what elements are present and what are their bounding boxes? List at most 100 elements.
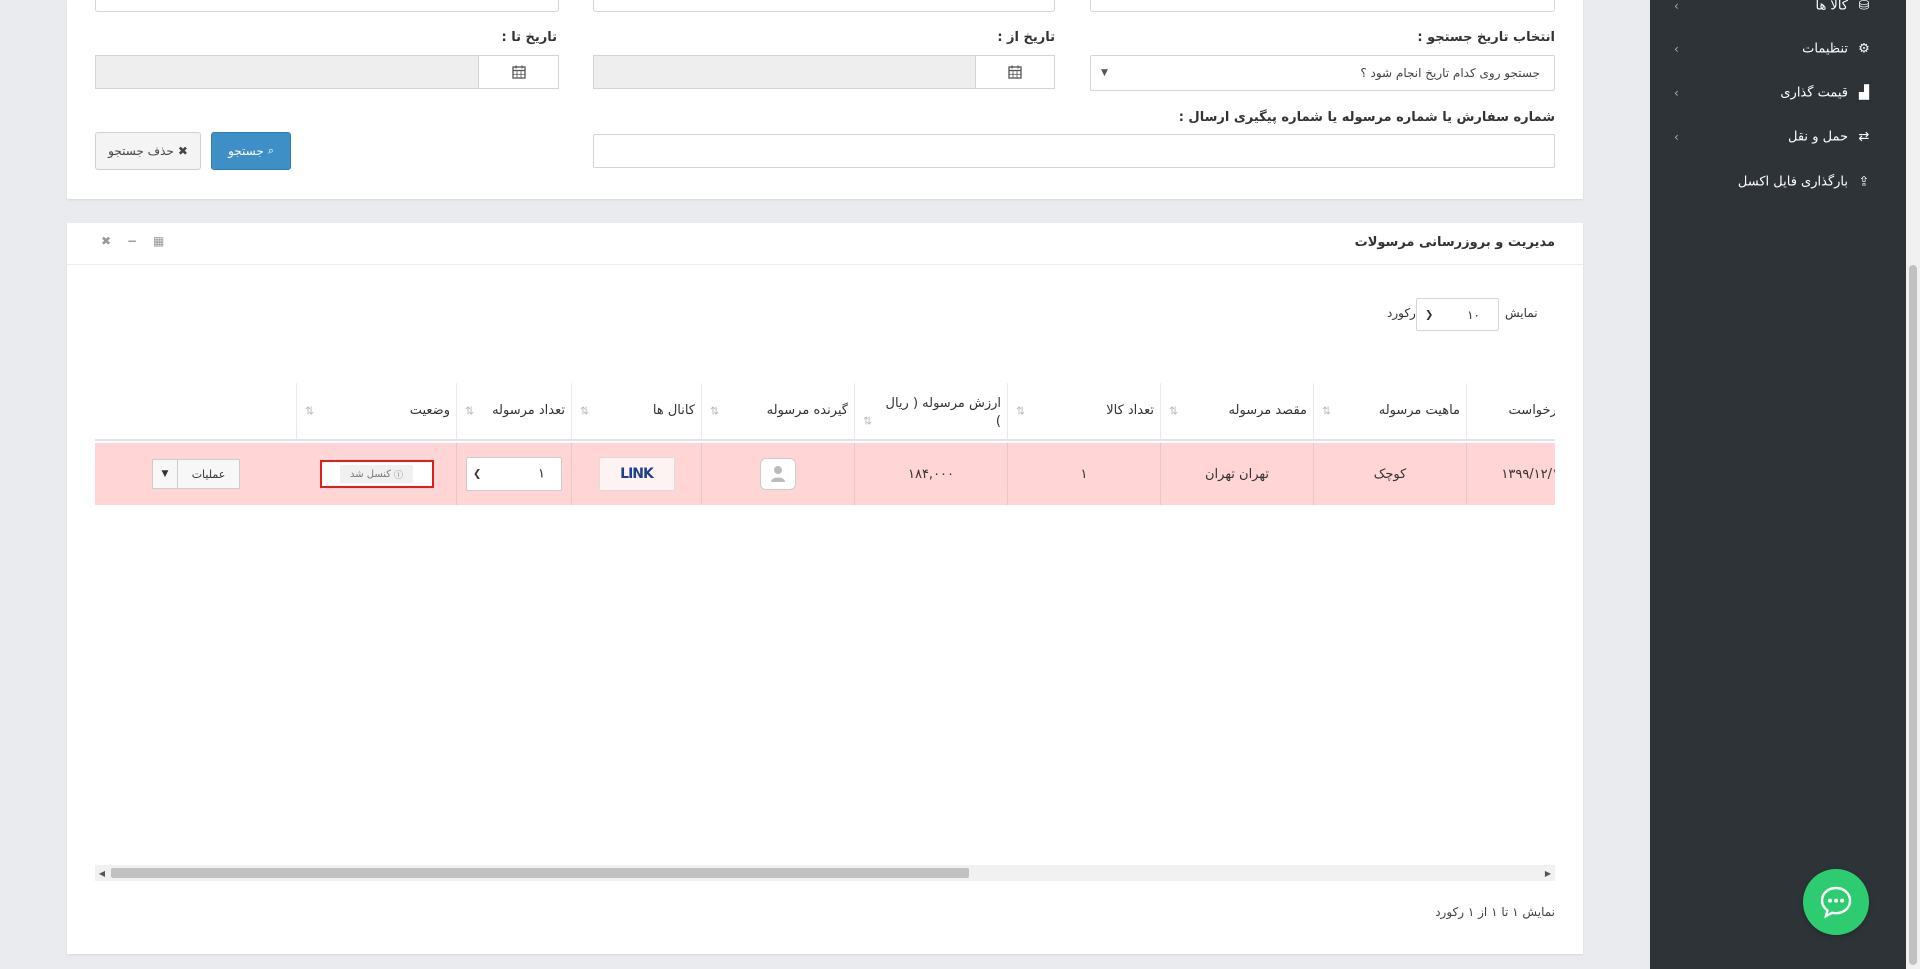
column-header-date[interactable]: ت درخواست — [1467, 383, 1555, 441]
sidebar-item-label: بارگذاری فایل اکسل — [1737, 174, 1848, 190]
sort-icon: ⇅ — [1169, 404, 1179, 418]
column-header-status[interactable]: وضعیت ⇅ — [297, 383, 457, 441]
column-header-item-count[interactable]: تعداد کالا ⇅ — [1008, 383, 1161, 441]
clear-search-button[interactable]: ✖ حذف جستجو — [95, 132, 201, 170]
close-icon[interactable]: ✖ — [101, 234, 111, 248]
scrollbar-thumb[interactable] — [111, 868, 969, 878]
date-field-select-value: جستجو روی کدام تاریخ انجام شود ؟ — [1360, 66, 1540, 80]
sort-icon: ⇅ — [305, 404, 315, 418]
sort-icon: ⇅ — [465, 404, 475, 418]
parcel-count-select[interactable]: ۱ ❯ — [466, 457, 562, 491]
chevron-left-icon: ‹ — [1674, 42, 1679, 56]
cell-destination: تهران تهران — [1161, 443, 1314, 505]
upload-icon: ⇪ — [1858, 174, 1870, 190]
close-icon: ✖ — [177, 144, 188, 158]
divider — [67, 264, 1583, 265]
column-header-operations — [95, 383, 297, 441]
sidebar: ⛁ کالا ها ‹ ⚙ تنظیمات ‹ ▟ قیمت گذاری ‹ ⇄… — [1650, 0, 1906, 969]
cell-item-count: ۱ — [1008, 443, 1161, 505]
table-info: نمایش ۱ تا ۱ از ۱ رکورد — [1435, 905, 1555, 919]
caret-down-icon[interactable]: ▼ — [152, 459, 178, 489]
page-length-select[interactable]: ۱۰ ❯ — [1416, 298, 1499, 331]
previous-field[interactable] — [1090, 0, 1555, 12]
info-icon: ⓘ — [394, 470, 404, 481]
tracking-label: شماره سفارش یا شماره مرسوله یا شماره پیگ… — [1178, 110, 1555, 125]
page-length-suffix: رکورد — [1387, 306, 1416, 320]
sort-icon: ⇅ — [710, 404, 720, 418]
cell-operations: ▼ عملیات — [95, 443, 297, 505]
cell-value: ۱۸۴,۰۰۰ — [855, 443, 1008, 505]
cell-recipient — [702, 443, 855, 505]
page-scrollbar-thumb[interactable] — [1909, 265, 1917, 965]
shipments-panel: مدیریت و بروزرسانی مرسولات ▦ − ✖ نمایش ۱… — [67, 223, 1583, 954]
channel-logo[interactable]: LINK — [598, 457, 675, 491]
sidebar-item-settings[interactable]: ⚙ تنظیمات ‹ — [1650, 31, 1906, 67]
sidebar-item-products[interactable]: ⛁ کالا ها ‹ — [1650, 0, 1906, 24]
tracking-input[interactable] — [593, 134, 1555, 168]
date-field-select[interactable]: جستجو روی کدام تاریخ انجام شود ؟ ▼ — [1090, 55, 1555, 91]
table-horizontal-scrollbar[interactable]: ◀ ▶ — [95, 865, 1555, 881]
chevron-down-icon: ❯ — [1425, 309, 1434, 320]
date-from-calendar-button[interactable] — [975, 55, 1055, 89]
chat-button[interactable] — [1803, 869, 1869, 935]
cell-channels: LINK — [572, 443, 702, 505]
sidebar-item-excel-upload[interactable]: ⇪ بارگذاری فایل اکسل — [1650, 164, 1906, 200]
scroll-left-icon[interactable]: ◀ — [95, 865, 109, 881]
parcel-count-value: ۱ — [538, 466, 545, 482]
cubes-icon: ⛁ — [1858, 0, 1870, 14]
chevron-left-icon: ‹ — [1674, 86, 1679, 100]
shipments-table: ت درخواست ماهیت مرسوله ⇅ مقصد مرسوله ⇅ ت… — [95, 383, 1555, 728]
sidebar-item-transport[interactable]: ⇄ حمل و نقل ‹ — [1650, 119, 1906, 155]
column-header-type[interactable]: ماهیت مرسوله ⇅ — [1314, 383, 1467, 441]
gear-icon: ⚙ — [1858, 41, 1870, 57]
search-icon: ⌕ — [267, 144, 274, 157]
sidebar-item-label: قیمت گذاری — [1780, 85, 1848, 101]
page-length-prefix: نمایش — [1505, 306, 1538, 320]
user-icon — [771, 466, 785, 482]
date-to-label: تاریخ تا : — [501, 30, 557, 45]
date-from-label: تاریخ از : — [997, 30, 1055, 45]
calendar-icon — [511, 65, 526, 79]
area-chart-icon: ▟ — [1859, 85, 1869, 101]
table-icon[interactable]: ▦ — [153, 234, 164, 248]
date-select-label: انتخاب تاریخ جستجو : — [1417, 30, 1555, 45]
date-to-calendar-button[interactable] — [478, 55, 559, 89]
sidebar-item-label: کالا ها — [1815, 0, 1848, 14]
cell-type: کوچک — [1314, 443, 1467, 505]
sort-icon: ⇅ — [1016, 404, 1026, 418]
chevron-left-icon: ‹ — [1674, 130, 1679, 144]
clear-search-button-label: حذف جستجو — [108, 144, 174, 158]
sidebar-item-label: تنظیمات — [1802, 41, 1848, 57]
sort-icon: ⇅ — [1322, 404, 1332, 418]
sort-icon: ⇅ — [580, 404, 590, 418]
page-scrollbar[interactable] — [1906, 0, 1920, 969]
column-header-recipient[interactable]: گیرنده مرسوله ⇅ — [702, 383, 855, 441]
previous-field[interactable] — [95, 0, 559, 12]
previous-field[interactable] — [593, 0, 1055, 12]
cell-date: ۱۳۹۹/۱۲/۱۹ — [1467, 443, 1555, 505]
scroll-right-icon[interactable]: ▶ — [1541, 865, 1555, 881]
chevron-down-icon: ❯ — [473, 468, 482, 480]
column-header-value[interactable]: ارزش مرسوله ( ریال ) ⇅ — [855, 383, 1008, 441]
chat-bubble-icon — [1820, 886, 1852, 919]
sidebar-item-pricing[interactable]: ▟ قیمت گذاری ‹ — [1650, 75, 1906, 111]
operations-dropdown[interactable]: ▼ عملیات — [152, 459, 240, 489]
date-from-input[interactable] — [593, 55, 976, 89]
cell-status: ⓘ کنسل شد — [297, 443, 457, 505]
caret-down-icon: ▼ — [1101, 68, 1108, 78]
minimize-icon[interactable]: − — [127, 234, 137, 248]
chevron-left-icon: ‹ — [1674, 0, 1679, 13]
status-badge: ⓘ کنسل شد — [339, 465, 414, 483]
search-button[interactable]: ⌕ جستجو — [211, 132, 291, 170]
sort-icon: ⇅ — [863, 414, 873, 428]
recipient-avatar-button[interactable] — [760, 458, 796, 490]
column-header-parcel-count[interactable]: تعداد مرسوله ⇅ — [457, 383, 572, 441]
search-panel: انتخاب تاریخ جستجو : جستجو روی کدام تاری… — [67, 0, 1583, 199]
column-header-destination[interactable]: مقصد مرسوله ⇅ — [1161, 383, 1314, 441]
column-header-channels[interactable]: کانال ها ⇅ — [572, 383, 702, 441]
link-logo-icon: LINK — [620, 466, 654, 482]
exchange-icon: ⇄ — [1858, 129, 1870, 145]
page-length-value: ۱۰ — [1467, 307, 1480, 322]
operations-button[interactable]: عملیات — [178, 459, 240, 489]
date-to-input[interactable] — [95, 55, 479, 89]
